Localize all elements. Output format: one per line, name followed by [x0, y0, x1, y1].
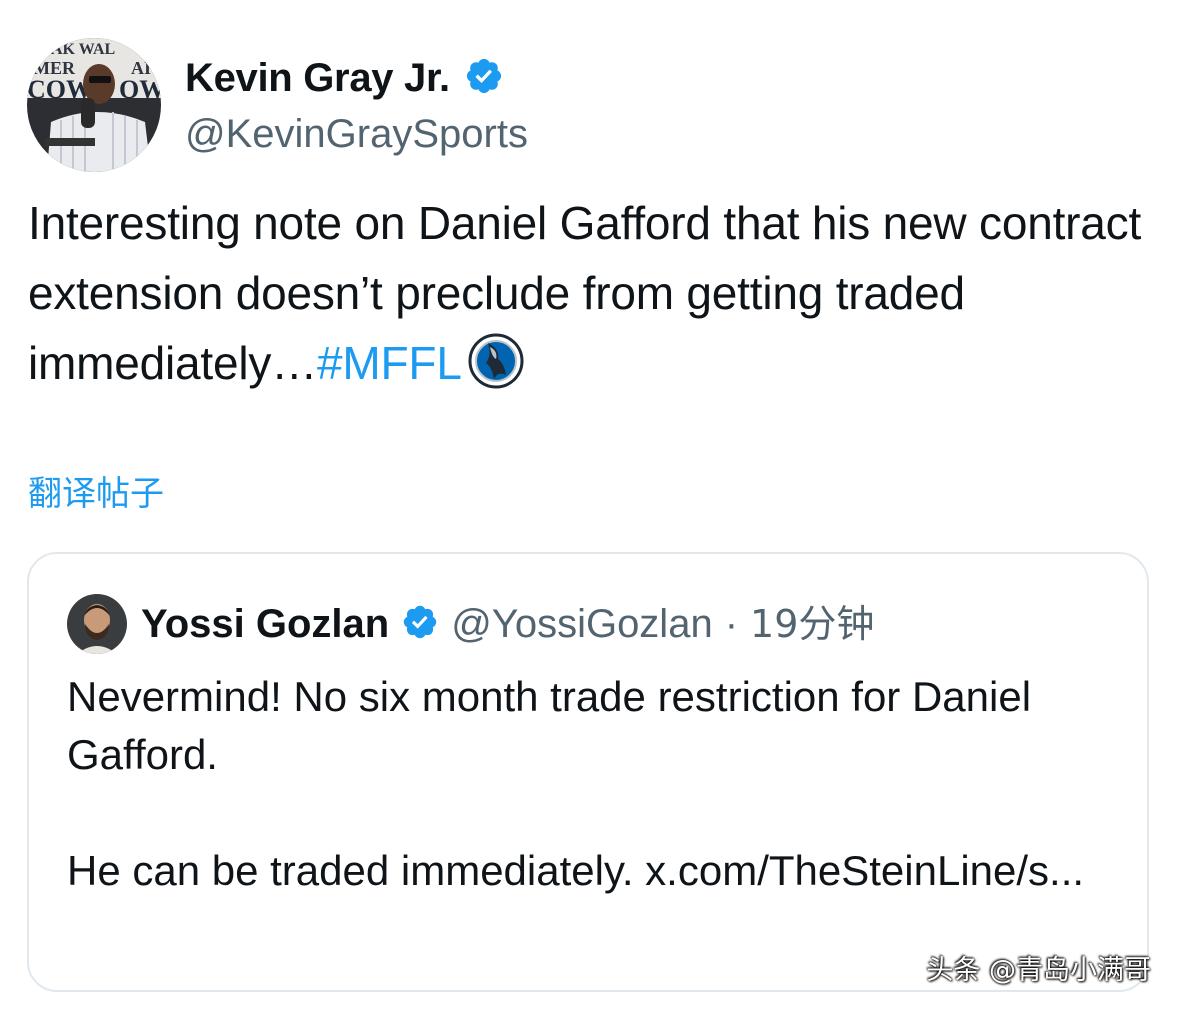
- author-avatar[interactable]: AK WAL MER AI COW OW: [27, 38, 161, 172]
- svg-text:COW: COW: [27, 75, 92, 104]
- quoted-author-handle[interactable]: @YossiGozlan: [451, 596, 712, 652]
- author-handle[interactable]: @KevinGraySports: [185, 108, 528, 160]
- tweet-screenshot: AK WAL MER AI COW OW Kevin Gray Jr. @Kev…: [0, 0, 1179, 1015]
- translate-post-link[interactable]: 翻译帖子: [28, 468, 164, 520]
- verified-badge-icon: [464, 56, 504, 101]
- quoted-tweet-text: Nevermind! No six month trade restrictio…: [67, 668, 1127, 958]
- mavericks-logo-icon: [468, 333, 524, 389]
- quoted-timestamp[interactable]: 19分钟: [750, 596, 874, 652]
- quoted-author-avatar[interactable]: [67, 594, 127, 654]
- quoted-author-name[interactable]: Yossi Gozlan: [141, 596, 389, 652]
- svg-text:AK WAL: AK WAL: [51, 41, 115, 58]
- quoted-paragraph-2: He can be traded immediately. x.com/TheS…: [67, 847, 1085, 894]
- quoted-tweet-card[interactable]: Yossi Gozlan @YossiGozlan · 19分钟 Nevermi…: [27, 552, 1149, 992]
- quoted-paragraph-1: Nevermind! No six month trade restrictio…: [67, 673, 1032, 778]
- tweet-text: Interesting note on Daniel Gafford that …: [28, 188, 1158, 398]
- tweet-body: Interesting note on Daniel Gafford that …: [28, 197, 1142, 389]
- verified-badge-icon: [401, 603, 439, 646]
- quoted-tweet-header: Yossi Gozlan @YossiGozlan · 19分钟: [67, 594, 874, 654]
- hashtag-link[interactable]: #MFFL: [317, 337, 462, 389]
- author-name-row: Kevin Gray Jr.: [185, 52, 504, 104]
- author-display-name[interactable]: Kevin Gray Jr.: [185, 52, 450, 104]
- watermark: 头条 @青岛小满哥: [926, 955, 1151, 986]
- separator-dot: ·: [724, 602, 739, 646]
- svg-text:OW: OW: [119, 75, 161, 104]
